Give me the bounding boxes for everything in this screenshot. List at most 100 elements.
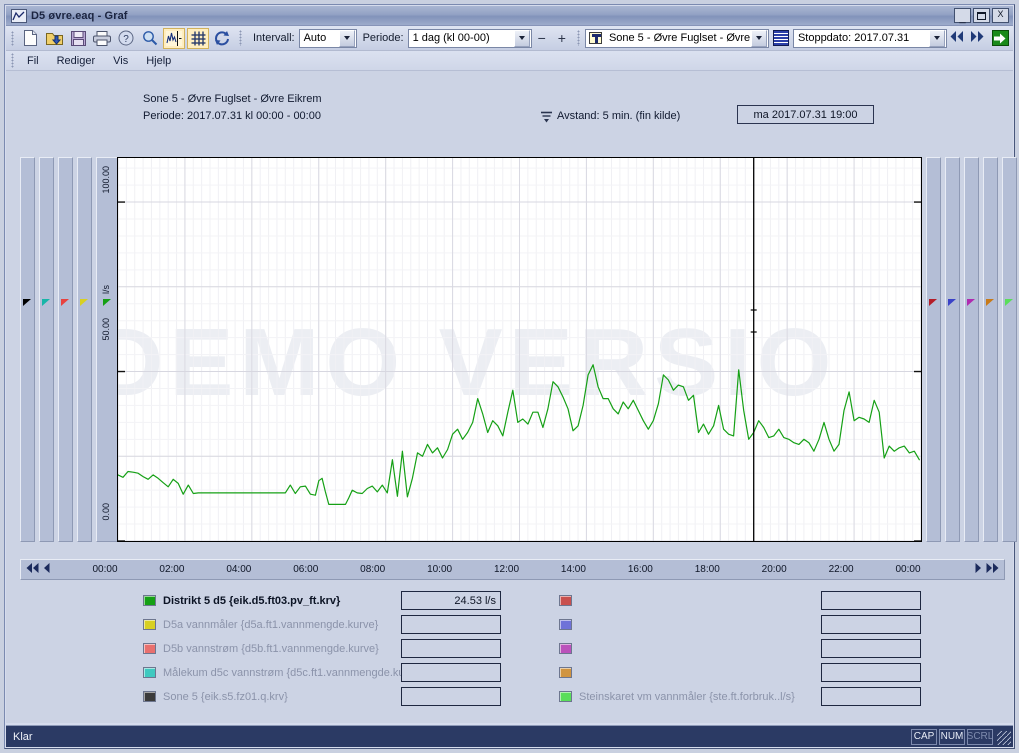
periode-select[interactable]: 1 dag (kl 00-00) bbox=[407, 28, 532, 48]
menu-item-vis[interactable]: Vis bbox=[104, 54, 137, 68]
apply-button[interactable] bbox=[991, 30, 1009, 46]
interval-select[interactable]: Auto bbox=[298, 28, 357, 48]
x-tick-label: 10:00 bbox=[427, 564, 453, 575]
chart-period-line: Periode: 2017.07.31 kl 00:00 - 00:00 bbox=[143, 110, 321, 122]
legend-color-swatch[interactable] bbox=[559, 667, 572, 678]
legend-value-box bbox=[401, 615, 501, 634]
scroll-first-button[interactable] bbox=[26, 563, 39, 576]
legend-color-swatch[interactable] bbox=[559, 595, 572, 606]
help-icon[interactable]: ? bbox=[115, 28, 137, 49]
right-axis-strip-1[interactable] bbox=[926, 157, 941, 542]
menu-item-fil[interactable]: Fil bbox=[18, 54, 48, 68]
plot-canvas[interactable]: DEMO VERSIO bbox=[117, 157, 922, 542]
list-icon[interactable] bbox=[772, 30, 789, 46]
window-controls: _ X bbox=[954, 8, 1009, 24]
legend-value-box bbox=[821, 591, 921, 610]
avstand-info: Avstand: 5 min. (fin kilde) bbox=[541, 110, 680, 122]
legend-row-right[interactable] bbox=[559, 663, 579, 682]
legend-color-swatch[interactable] bbox=[143, 595, 156, 606]
save-icon[interactable] bbox=[67, 28, 89, 49]
zoom-icon[interactable] bbox=[139, 28, 161, 49]
graph-icon bbox=[11, 8, 27, 23]
window-frame: D5 øvre.eaq - Graf _ X ? Intervall: Auto… bbox=[4, 4, 1017, 749]
legend-label: D5a vannmåler {d5a.ft1.vannmengde.kurve} bbox=[163, 618, 379, 631]
periode-label: Periode: bbox=[362, 32, 404, 44]
maximize-button[interactable] bbox=[973, 8, 990, 23]
legend-label: Sone 5 {eik.s5.fz01.q.krv} bbox=[163, 690, 288, 703]
y-tick-50: 50.00 bbox=[101, 318, 111, 341]
legend-row-left[interactable]: Sone 5 {eik.s5.fz01.q.krv} bbox=[143, 687, 288, 706]
toolbar-grip[interactable] bbox=[11, 30, 14, 46]
resize-grip[interactable] bbox=[997, 731, 1011, 745]
legend-row-left[interactable]: Målekum d5c vannstrøm {d5c.ft1.vannmengd… bbox=[143, 663, 408, 682]
toolbar: ? Intervall: Auto Periode: 1 dag (kl 00-… bbox=[6, 26, 1013, 51]
legend-row-right[interactable] bbox=[559, 615, 579, 634]
legend-color-swatch[interactable] bbox=[559, 619, 572, 630]
chevron-down-icon[interactable] bbox=[928, 29, 945, 47]
chevron-down-icon[interactable] bbox=[513, 29, 530, 47]
scroll-last-button[interactable] bbox=[986, 563, 999, 576]
minimize-button[interactable]: _ bbox=[954, 8, 971, 24]
legend-row-right[interactable] bbox=[559, 591, 579, 610]
avstand-label: Avstand: 5 min. (fin kilde) bbox=[557, 110, 681, 122]
legend-row-right[interactable]: Steinskaret vm vannmåler {ste.ft.forbruk… bbox=[559, 687, 795, 706]
legend-value-box bbox=[821, 663, 921, 682]
legend-color-swatch[interactable] bbox=[143, 667, 156, 678]
legend-color-swatch[interactable] bbox=[143, 619, 156, 630]
scroll-prev-button[interactable] bbox=[43, 563, 50, 576]
next-period-button[interactable] bbox=[967, 31, 987, 45]
zoom-out-button[interactable]: − bbox=[532, 30, 552, 46]
series-marker-6 bbox=[929, 299, 937, 306]
menu-item-rediger[interactable]: Rediger bbox=[48, 54, 105, 68]
time-axis-bar[interactable]: 00:00 02:00 04:00 06:00 08:00 10:00 12:00 14:00… bbox=[20, 559, 1005, 580]
refresh-icon[interactable] bbox=[211, 28, 233, 49]
series-marker-4 bbox=[80, 299, 88, 306]
legend-row-left[interactable]: D5b vannstrøm {d5b.ft1.vannmengde.kurve} bbox=[143, 639, 379, 658]
x-tick-label: 04:00 bbox=[226, 564, 252, 575]
chevron-down-icon[interactable] bbox=[750, 29, 767, 47]
toolbar-separator bbox=[239, 30, 242, 46]
left-axis-strip-1[interactable] bbox=[20, 157, 35, 542]
interval-label: Intervall: bbox=[253, 32, 295, 44]
legend-color-swatch[interactable] bbox=[559, 643, 572, 654]
legend-row-right[interactable] bbox=[559, 639, 579, 658]
spacing-icon bbox=[541, 111, 552, 122]
title-bar[interactable]: D5 øvre.eaq - Graf _ X bbox=[6, 6, 1013, 26]
legend-label: Distrikt 5 d5 {eik.d5.ft03.pv_ft.krv} bbox=[163, 594, 341, 607]
zoom-in-button[interactable]: + bbox=[552, 30, 572, 46]
print-icon[interactable] bbox=[91, 28, 113, 49]
legend-color-swatch[interactable] bbox=[143, 643, 156, 654]
cursor-tool-icon[interactable] bbox=[163, 27, 185, 49]
new-document-icon[interactable] bbox=[19, 28, 41, 49]
legend-value-box bbox=[401, 639, 501, 658]
legend-value-box bbox=[401, 687, 501, 706]
left-axis-strip-4[interactable] bbox=[77, 157, 92, 542]
legend-label: Steinskaret vm vannmåler {ste.ft.forbruk… bbox=[579, 690, 795, 703]
right-axis-strip-2[interactable] bbox=[945, 157, 960, 542]
stopdate-select[interactable]: Stoppdato: 2017.07.31 bbox=[792, 28, 947, 48]
right-axis-strip-4[interactable] bbox=[983, 157, 998, 542]
series-marker-8 bbox=[967, 299, 975, 306]
right-axis-strip-3[interactable] bbox=[964, 157, 979, 542]
source-value: Sone 5 - Øvre Fuglset - Øvre E bbox=[608, 32, 751, 44]
menu-grip[interactable] bbox=[11, 53, 14, 68]
right-axis-strip-5[interactable] bbox=[1002, 157, 1017, 542]
y-axis-unit: l/s bbox=[101, 285, 111, 294]
menu-item-hjelp[interactable]: Hjelp bbox=[137, 54, 180, 68]
prev-period-button[interactable] bbox=[947, 31, 967, 45]
left-axis-strip-2[interactable] bbox=[39, 157, 54, 542]
close-button[interactable]: X bbox=[992, 8, 1009, 23]
legend-color-swatch[interactable] bbox=[559, 691, 572, 702]
grid-toggle-icon[interactable] bbox=[187, 27, 209, 49]
chart-area: 100.00 l/s 50.00 0.00 DEMO VERSIO bbox=[20, 157, 1017, 557]
scroll-next-button[interactable] bbox=[975, 563, 982, 576]
chevron-down-icon[interactable] bbox=[338, 29, 355, 47]
legend-row-left[interactable]: Distrikt 5 d5 {eik.d5.ft03.pv_ft.krv} bbox=[143, 591, 340, 610]
source-select[interactable]: Sone 5 - Øvre Fuglset - Øvre E bbox=[584, 28, 769, 48]
legend-color-swatch[interactable] bbox=[143, 691, 156, 702]
series-marker-3 bbox=[61, 299, 69, 306]
left-axis-strip-3[interactable] bbox=[58, 157, 73, 542]
x-tick-label: 12:00 bbox=[493, 564, 520, 575]
legend-row-left[interactable]: D5a vannmåler {d5a.ft1.vannmengde.kurve} bbox=[143, 615, 378, 634]
open-folder-icon[interactable] bbox=[43, 28, 65, 49]
